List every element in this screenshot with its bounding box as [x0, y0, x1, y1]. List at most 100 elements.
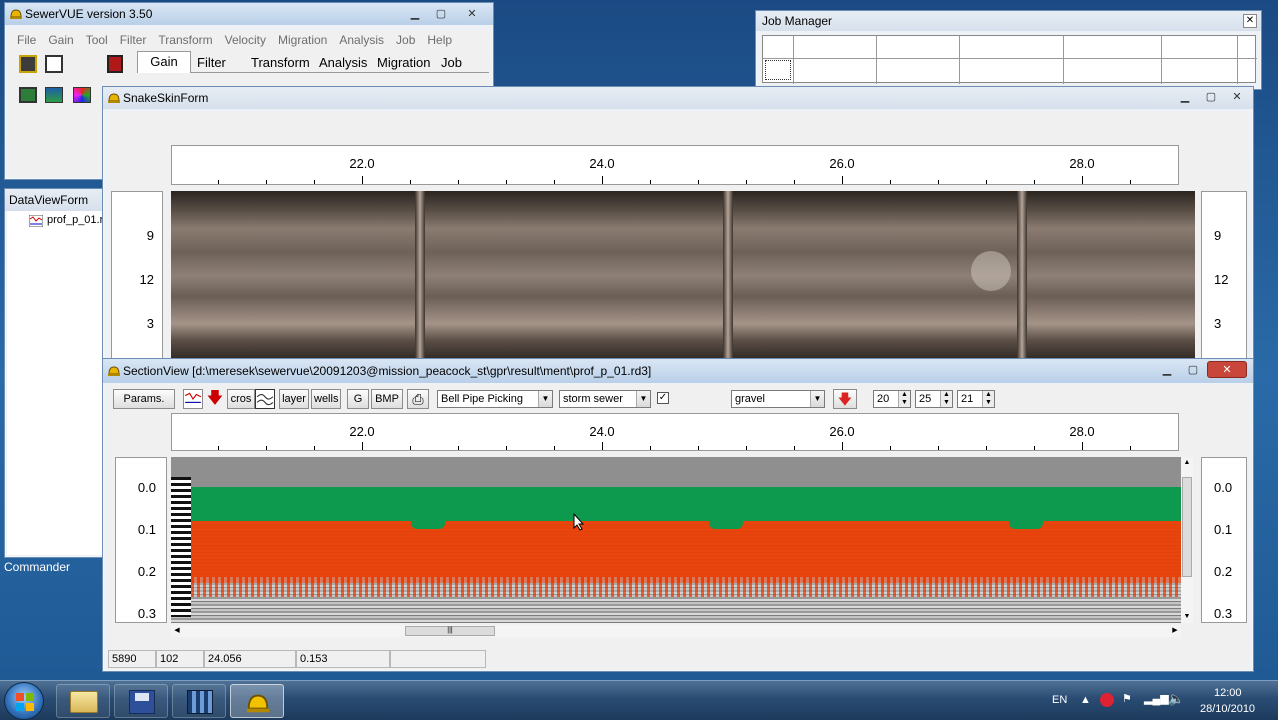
tool-color-icon[interactable] [73, 87, 91, 103]
tab-analysis[interactable]: Analysis [315, 54, 371, 72]
snakeskin-right-axis: 9 12 3 [1201, 191, 1247, 361]
menu-gain[interactable]: Gain [42, 31, 79, 49]
sectionview-maximize-button[interactable]: ▢ [1181, 361, 1205, 378]
tab-filter[interactable]: Filter [193, 54, 230, 72]
chevron-down-icon: ▼ [810, 391, 824, 407]
cros-button[interactable]: cros [227, 389, 255, 409]
dataview-tree-item[interactable]: prof_p_01.r [47, 214, 103, 226]
spin-arrows-icon[interactable]: ▲ ▼ [898, 391, 910, 407]
menu-job[interactable]: Job [390, 31, 421, 49]
angle-label: 9 [146, 228, 154, 243]
spin-arrows-icon[interactable]: ▲ ▼ [982, 391, 994, 407]
windows-logo-icon [16, 693, 34, 711]
angle-label: 9 [1214, 228, 1222, 243]
tool-monitor-icon[interactable] [19, 87, 37, 103]
tool-open-icon[interactable] [19, 55, 37, 73]
dataview-titlebar[interactable]: DataViewForm [5, 189, 103, 211]
g-button[interactable]: G [347, 389, 369, 409]
job-manager-titlebar[interactable]: Job Manager ✕ [756, 11, 1261, 31]
menu-help[interactable]: Help [421, 31, 458, 49]
tab-job[interactable]: Job [437, 54, 466, 72]
menu-file[interactable]: File [11, 31, 42, 49]
action-center-icon[interactable]: ⚑ [1122, 692, 1132, 705]
tray-app-icon[interactable] [1100, 693, 1114, 707]
sectionview-close-button[interactable]: ✕ [1207, 361, 1247, 378]
picking-mode-value: Bell Pipe Picking [441, 393, 523, 405]
job-manager-close-button[interactable]: ✕ [1243, 14, 1257, 28]
radargram-view[interactable] [171, 457, 1181, 623]
wave-toggle-icon[interactable] [255, 389, 275, 409]
pipe-snakeskin-image[interactable] [171, 191, 1195, 361]
spin-3[interactable]: 21 ▲ ▼ [957, 390, 995, 408]
language-indicator[interactable]: EN [1052, 694, 1067, 706]
taskbar-sewervue[interactable] [230, 684, 284, 718]
tool-layers-icon[interactable] [45, 87, 63, 103]
clock-time[interactable]: 12:00 [1214, 687, 1242, 699]
vertical-scrollbar[interactable]: ▲ ▼ [1181, 457, 1193, 623]
pipe-joint-marker[interactable] [1009, 519, 1043, 529]
tab-transform[interactable]: Transform [247, 54, 314, 72]
menu-filter[interactable]: Filter [114, 31, 153, 49]
angle-label: 3 [146, 316, 154, 331]
menu-transform[interactable]: Transform [152, 31, 218, 49]
bmp-button[interactable]: BMP [371, 389, 403, 409]
tab-gain[interactable]: Gain [137, 51, 191, 73]
picking-mode-select[interactable]: Bell Pipe Picking ▼ [437, 390, 553, 408]
job-grid[interactable] [762, 35, 1257, 84]
snakeskin-maximize-button[interactable]: ▢ [1199, 88, 1223, 105]
ruler-tick-label: 24.0 [589, 424, 615, 439]
params-button[interactable]: Params. [113, 389, 175, 409]
taskbar-save-app[interactable] [114, 684, 168, 718]
menu-velocity[interactable]: Velocity [219, 31, 272, 49]
sectionview-minimize-button[interactable]: ▁ [1155, 361, 1179, 378]
snakeskin-minimize-button[interactable]: ▁ [1173, 88, 1197, 105]
clock-date[interactable]: 28/10/2010 [1200, 703, 1255, 715]
menu-analysis[interactable]: Analysis [333, 31, 390, 49]
wiggle-toggle-icon[interactable] [183, 389, 203, 409]
sectionview-titlebar[interactable]: SectionView [d:\meresek\sewervue\2009120… [103, 359, 1253, 383]
material-select[interactable]: gravel ▼ [731, 390, 825, 408]
apply-down-arrow-icon[interactable]: 🡇 [833, 389, 857, 409]
floppy-icon [129, 690, 155, 714]
volume-icon[interactable]: 🔈 [1168, 691, 1184, 707]
pick-down-arrow-icon[interactable]: 🡇 [205, 389, 225, 409]
snakeskin-window: SnakeSkinForm ▁ ▢ ✕ 22.0 24.0 26.0 28.0 … [102, 86, 1254, 366]
menu-tool[interactable]: Tool [80, 31, 114, 49]
job-grid-selected-cell[interactable] [765, 60, 791, 80]
tool-stop-icon[interactable] [107, 55, 123, 73]
snakeskin-titlebar[interactable]: SnakeSkinForm ▁ ▢ ✕ [103, 87, 1253, 109]
pipe-joint-marker[interactable] [411, 519, 445, 529]
main-tabstrip: Gain Filter Transform Analysis Migration… [137, 51, 489, 73]
network-icon[interactable]: ▂▄▆ [1144, 692, 1169, 705]
snakeskin-title: SnakeSkinForm [123, 91, 209, 105]
spin-2-value: 25 [919, 393, 932, 405]
close-button[interactable]: ✕ [455, 5, 489, 22]
taskbar-video-app[interactable] [172, 684, 226, 718]
start-button[interactable] [4, 682, 44, 720]
maximize-button[interactable]: ▢ [429, 5, 453, 22]
horizontal-scrollbar[interactable]: ◀ ||| ▶ [171, 625, 1181, 637]
enable-checkbox[interactable]: ✓ [657, 392, 669, 404]
taskbar-explorer[interactable] [56, 684, 110, 718]
tab-migration[interactable]: Migration [373, 54, 434, 72]
wells-button[interactable]: wells [311, 389, 341, 409]
status-trace-index: 102 [156, 650, 204, 668]
print-icon[interactable]: ⎙ [407, 389, 429, 409]
pipe-type-select[interactable]: storm sewer ▼ [559, 390, 651, 408]
job-manager-title: Job Manager [762, 14, 833, 28]
pipe-joint-marker[interactable] [709, 519, 743, 529]
show-hidden-icons[interactable]: ▲ [1080, 694, 1091, 706]
layer-button[interactable]: layer [279, 389, 309, 409]
snakeskin-close-button[interactable]: ✕ [1225, 88, 1249, 105]
tool-preview-icon[interactable] [45, 55, 63, 73]
menu-migration[interactable]: Migration [272, 31, 333, 49]
spin-arrows-icon[interactable]: ▲ ▼ [940, 391, 952, 407]
minimize-button[interactable]: ▁ [403, 5, 427, 22]
spin-1[interactable]: 20 ▲ ▼ [873, 390, 911, 408]
angle-label: 12 [139, 272, 154, 287]
main-titlebar[interactable]: SewerVUE version 3.50 ▁ ▢ ✕ [5, 3, 493, 25]
profile-icon [29, 215, 43, 227]
spin-2[interactable]: 25 ▲ ▼ [915, 390, 953, 408]
film-icon [187, 690, 213, 714]
depth-label: 0.0 [137, 480, 156, 495]
